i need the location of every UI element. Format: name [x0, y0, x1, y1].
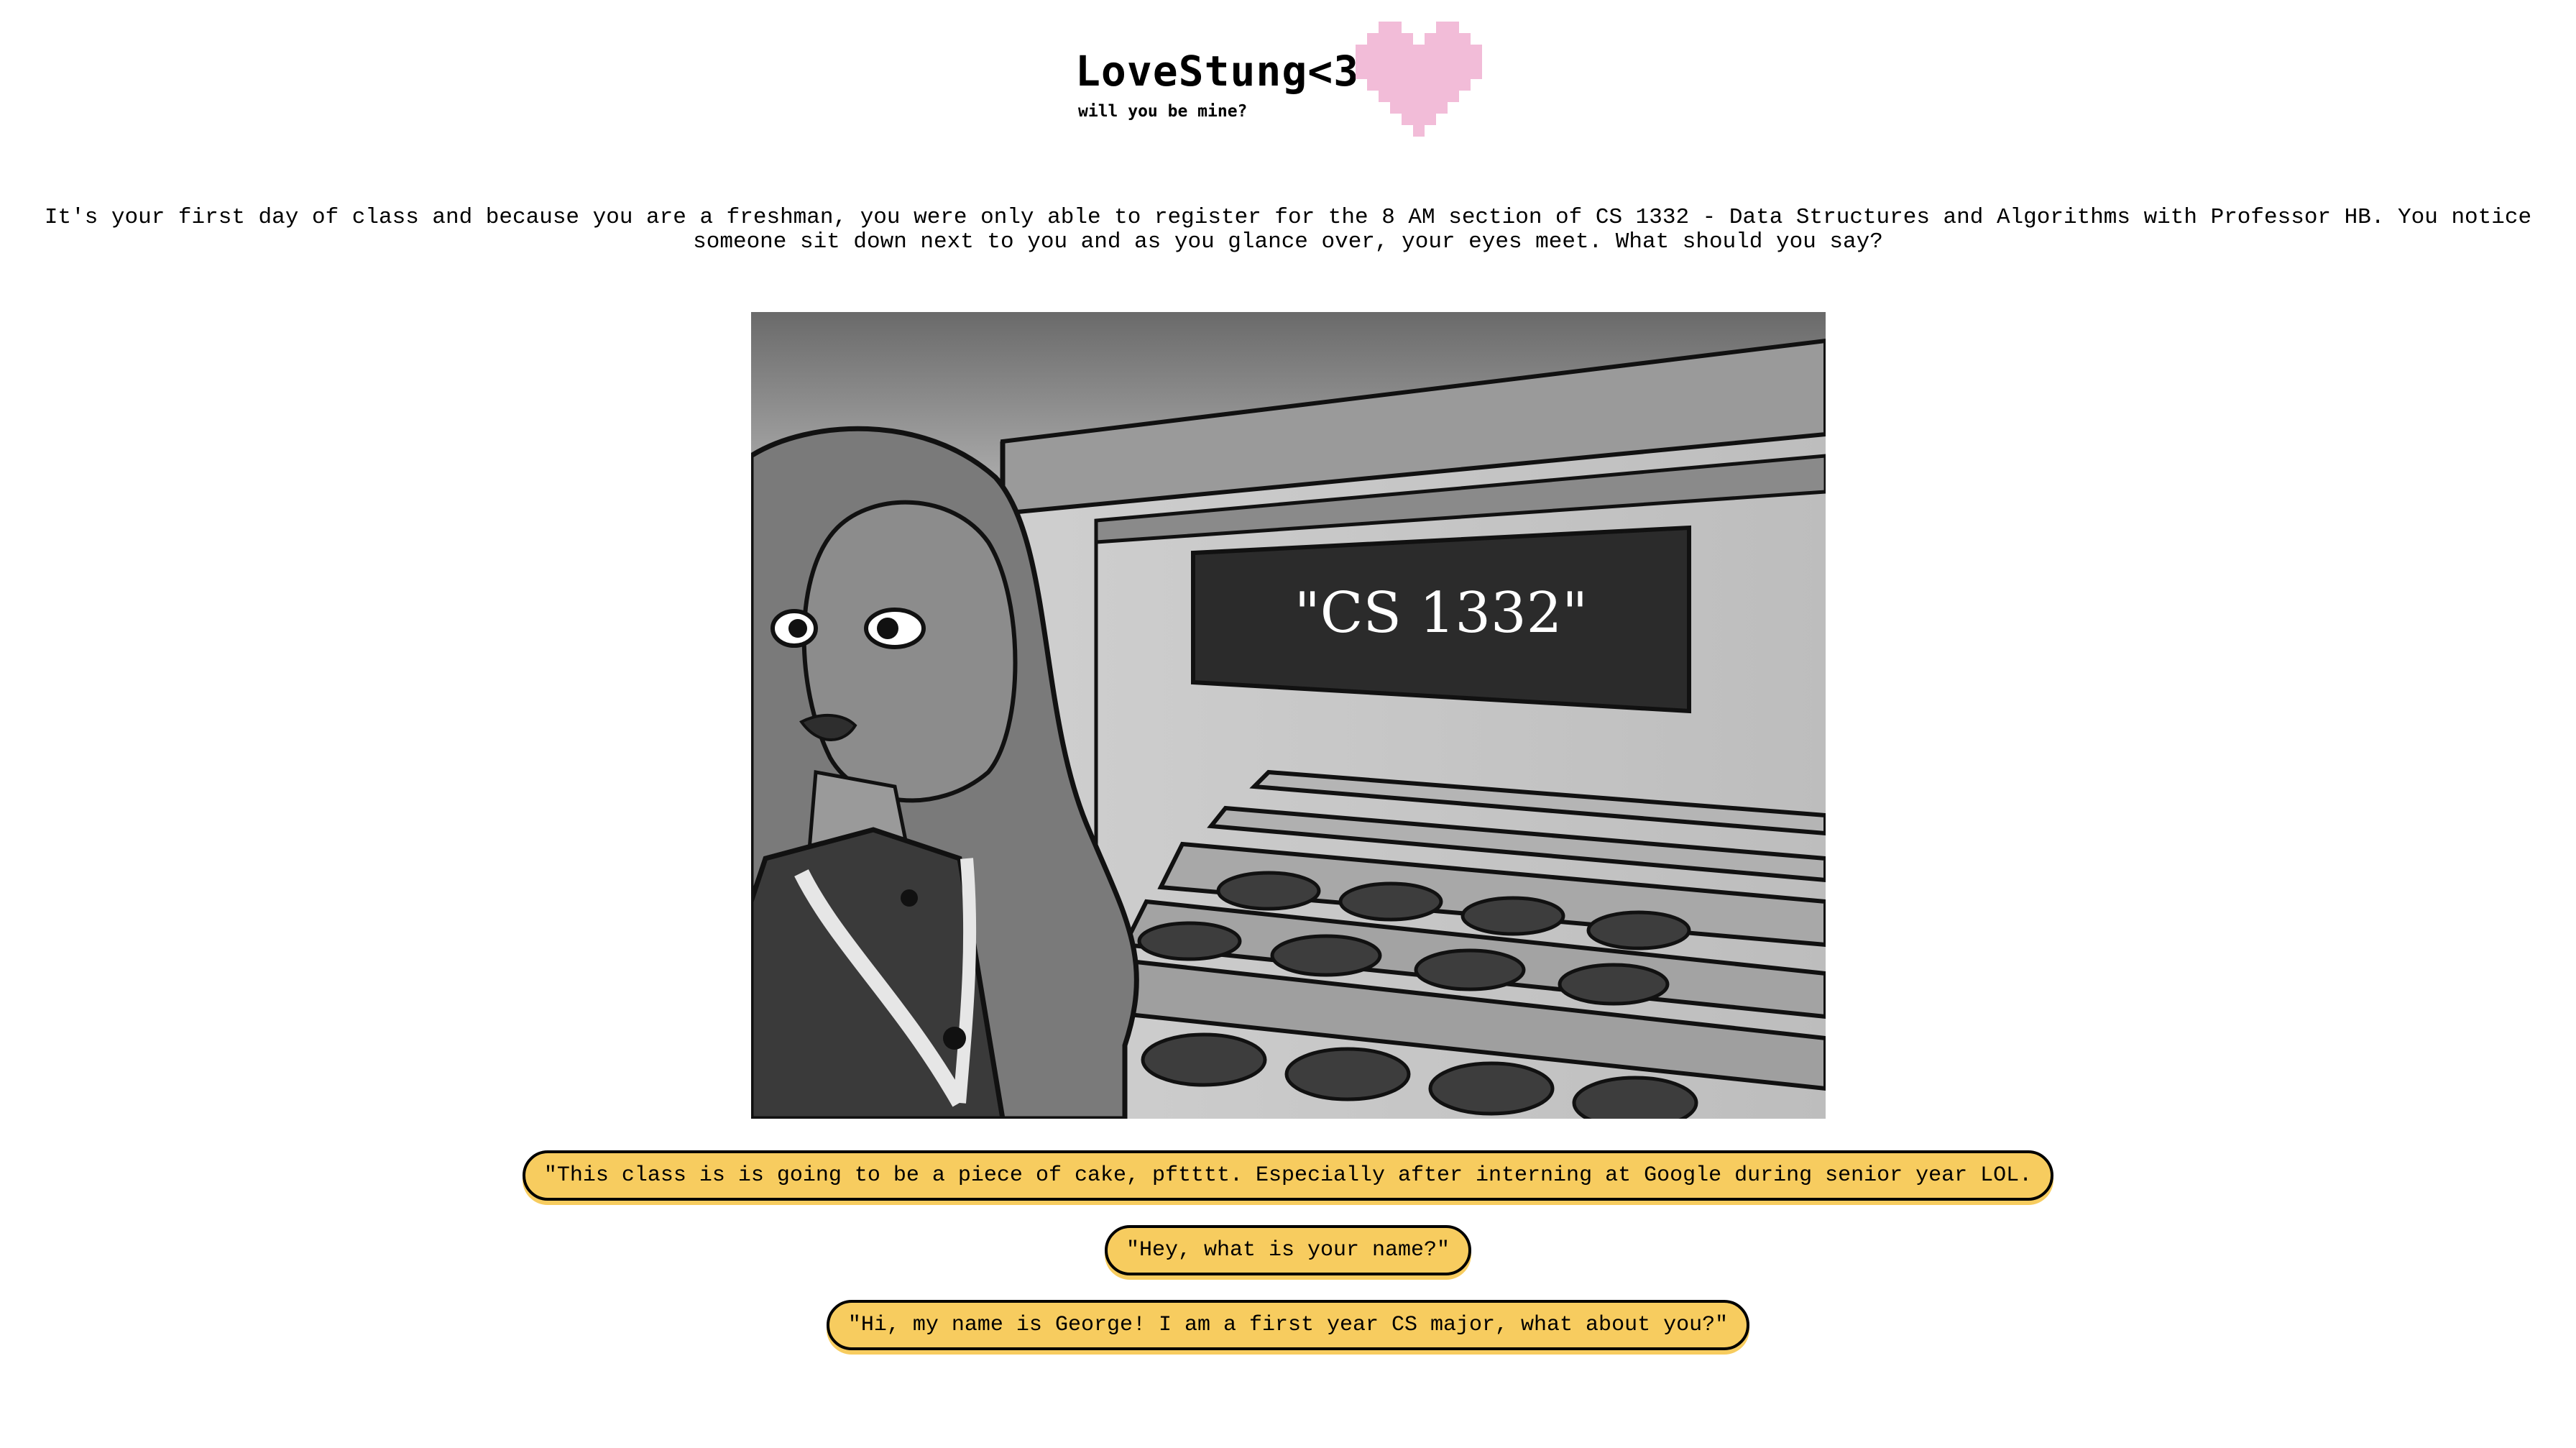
pixel-heart-icon	[1356, 22, 1482, 137]
choice-button-ask-name[interactable]: "Hey, what is your name?"	[1104, 1225, 1472, 1275]
story-text: It's your first day of class and because…	[44, 205, 2532, 255]
choice-list: "This class is is going to be a piece of…	[0, 1150, 2576, 1375]
logo-subtitle: will you be mine?	[1078, 102, 1248, 121]
scene-illustration: "CS 1332"	[751, 312, 1826, 1119]
choice-button-cocky[interactable]: "This class is is going to be a piece of…	[522, 1150, 2054, 1201]
chalkboard-text: "CS 1332"	[1294, 581, 1588, 646]
choice-button-introduce[interactable]: "Hi, my name is George! I am a first yea…	[826, 1300, 1750, 1350]
site-header: LoveStung<3 will you be mine?	[1075, 22, 1506, 144]
logo-title: LoveStung<3	[1075, 47, 1360, 96]
